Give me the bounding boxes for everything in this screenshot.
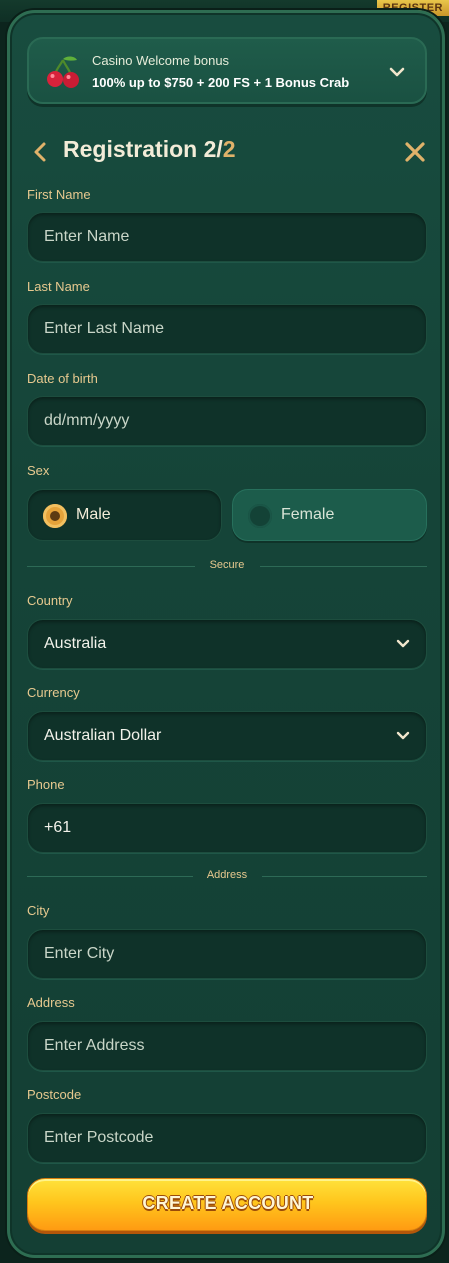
- address-input[interactable]: Enter Address: [27, 1021, 427, 1071]
- cherry-icon: [47, 56, 79, 88]
- currency-select-value: Australian Dollar: [44, 727, 162, 744]
- first-name-input[interactable]: Enter Name: [27, 212, 427, 262]
- country-label: Country: [27, 593, 73, 608]
- page-title-step: 2: [222, 136, 236, 162]
- dob-label: Date of birth: [27, 371, 98, 386]
- postcode-label: Postcode: [27, 1087, 82, 1102]
- city-input[interactable]: Enter City: [27, 929, 427, 979]
- currency-label: Currency: [27, 685, 80, 700]
- last-name-input[interactable]: Enter Last Name: [27, 304, 427, 354]
- address-divider: Address: [27, 869, 427, 883]
- secure-divider: Secure: [27, 559, 427, 573]
- sex-option-female[interactable]: Female: [232, 489, 427, 541]
- country-select[interactable]: Australia: [27, 619, 427, 669]
- secure-divider-label: Secure: [209, 559, 245, 571]
- address-label: Address: [27, 995, 75, 1010]
- sex-option-female-label: Female: [281, 506, 335, 523]
- radio-unselected-icon: [248, 504, 272, 528]
- radio-selected-icon: [43, 504, 67, 528]
- last-name-label: Last Name: [27, 279, 90, 294]
- chevron-down-icon: [389, 67, 405, 77]
- currency-select[interactable]: Australian Dollar: [27, 711, 427, 761]
- page-title-text: Registration 2/: [63, 136, 223, 162]
- chevron-down-icon: [396, 731, 410, 740]
- sex-option-male[interactable]: Male: [27, 489, 222, 541]
- postcode-input[interactable]: Enter Postcode: [27, 1113, 427, 1163]
- page-title: Registration 2/2: [63, 136, 236, 163]
- bonus-title: Casino Welcome bonus: [92, 53, 230, 68]
- phone-label: Phone: [27, 777, 65, 792]
- create-account-label: CREATE ACCOUNT: [142, 1193, 314, 1213]
- bonus-description: 100% up to $750 + 200 FS + 1 Bonus Crab: [92, 75, 350, 90]
- chevron-down-icon: [396, 639, 410, 648]
- first-name-label: First Name: [27, 187, 91, 202]
- create-account-button[interactable]: CREATE ACCOUNT: [27, 1178, 427, 1231]
- country-select-value: Australia: [44, 635, 107, 652]
- phone-input[interactable]: +61: [27, 803, 427, 853]
- sex-label: Sex: [27, 463, 50, 478]
- dob-input[interactable]: dd/mm/yyyy: [27, 396, 427, 446]
- back-arrow-icon[interactable]: [30, 140, 52, 164]
- address-divider-label: Address: [206, 869, 248, 881]
- welcome-bonus-dropdown[interactable]: Casino Welcome bonus 100% up to $750 + 2…: [27, 37, 427, 104]
- close-icon[interactable]: [402, 139, 428, 165]
- city-label: City: [27, 903, 50, 918]
- sex-option-male-label: Male: [76, 506, 111, 523]
